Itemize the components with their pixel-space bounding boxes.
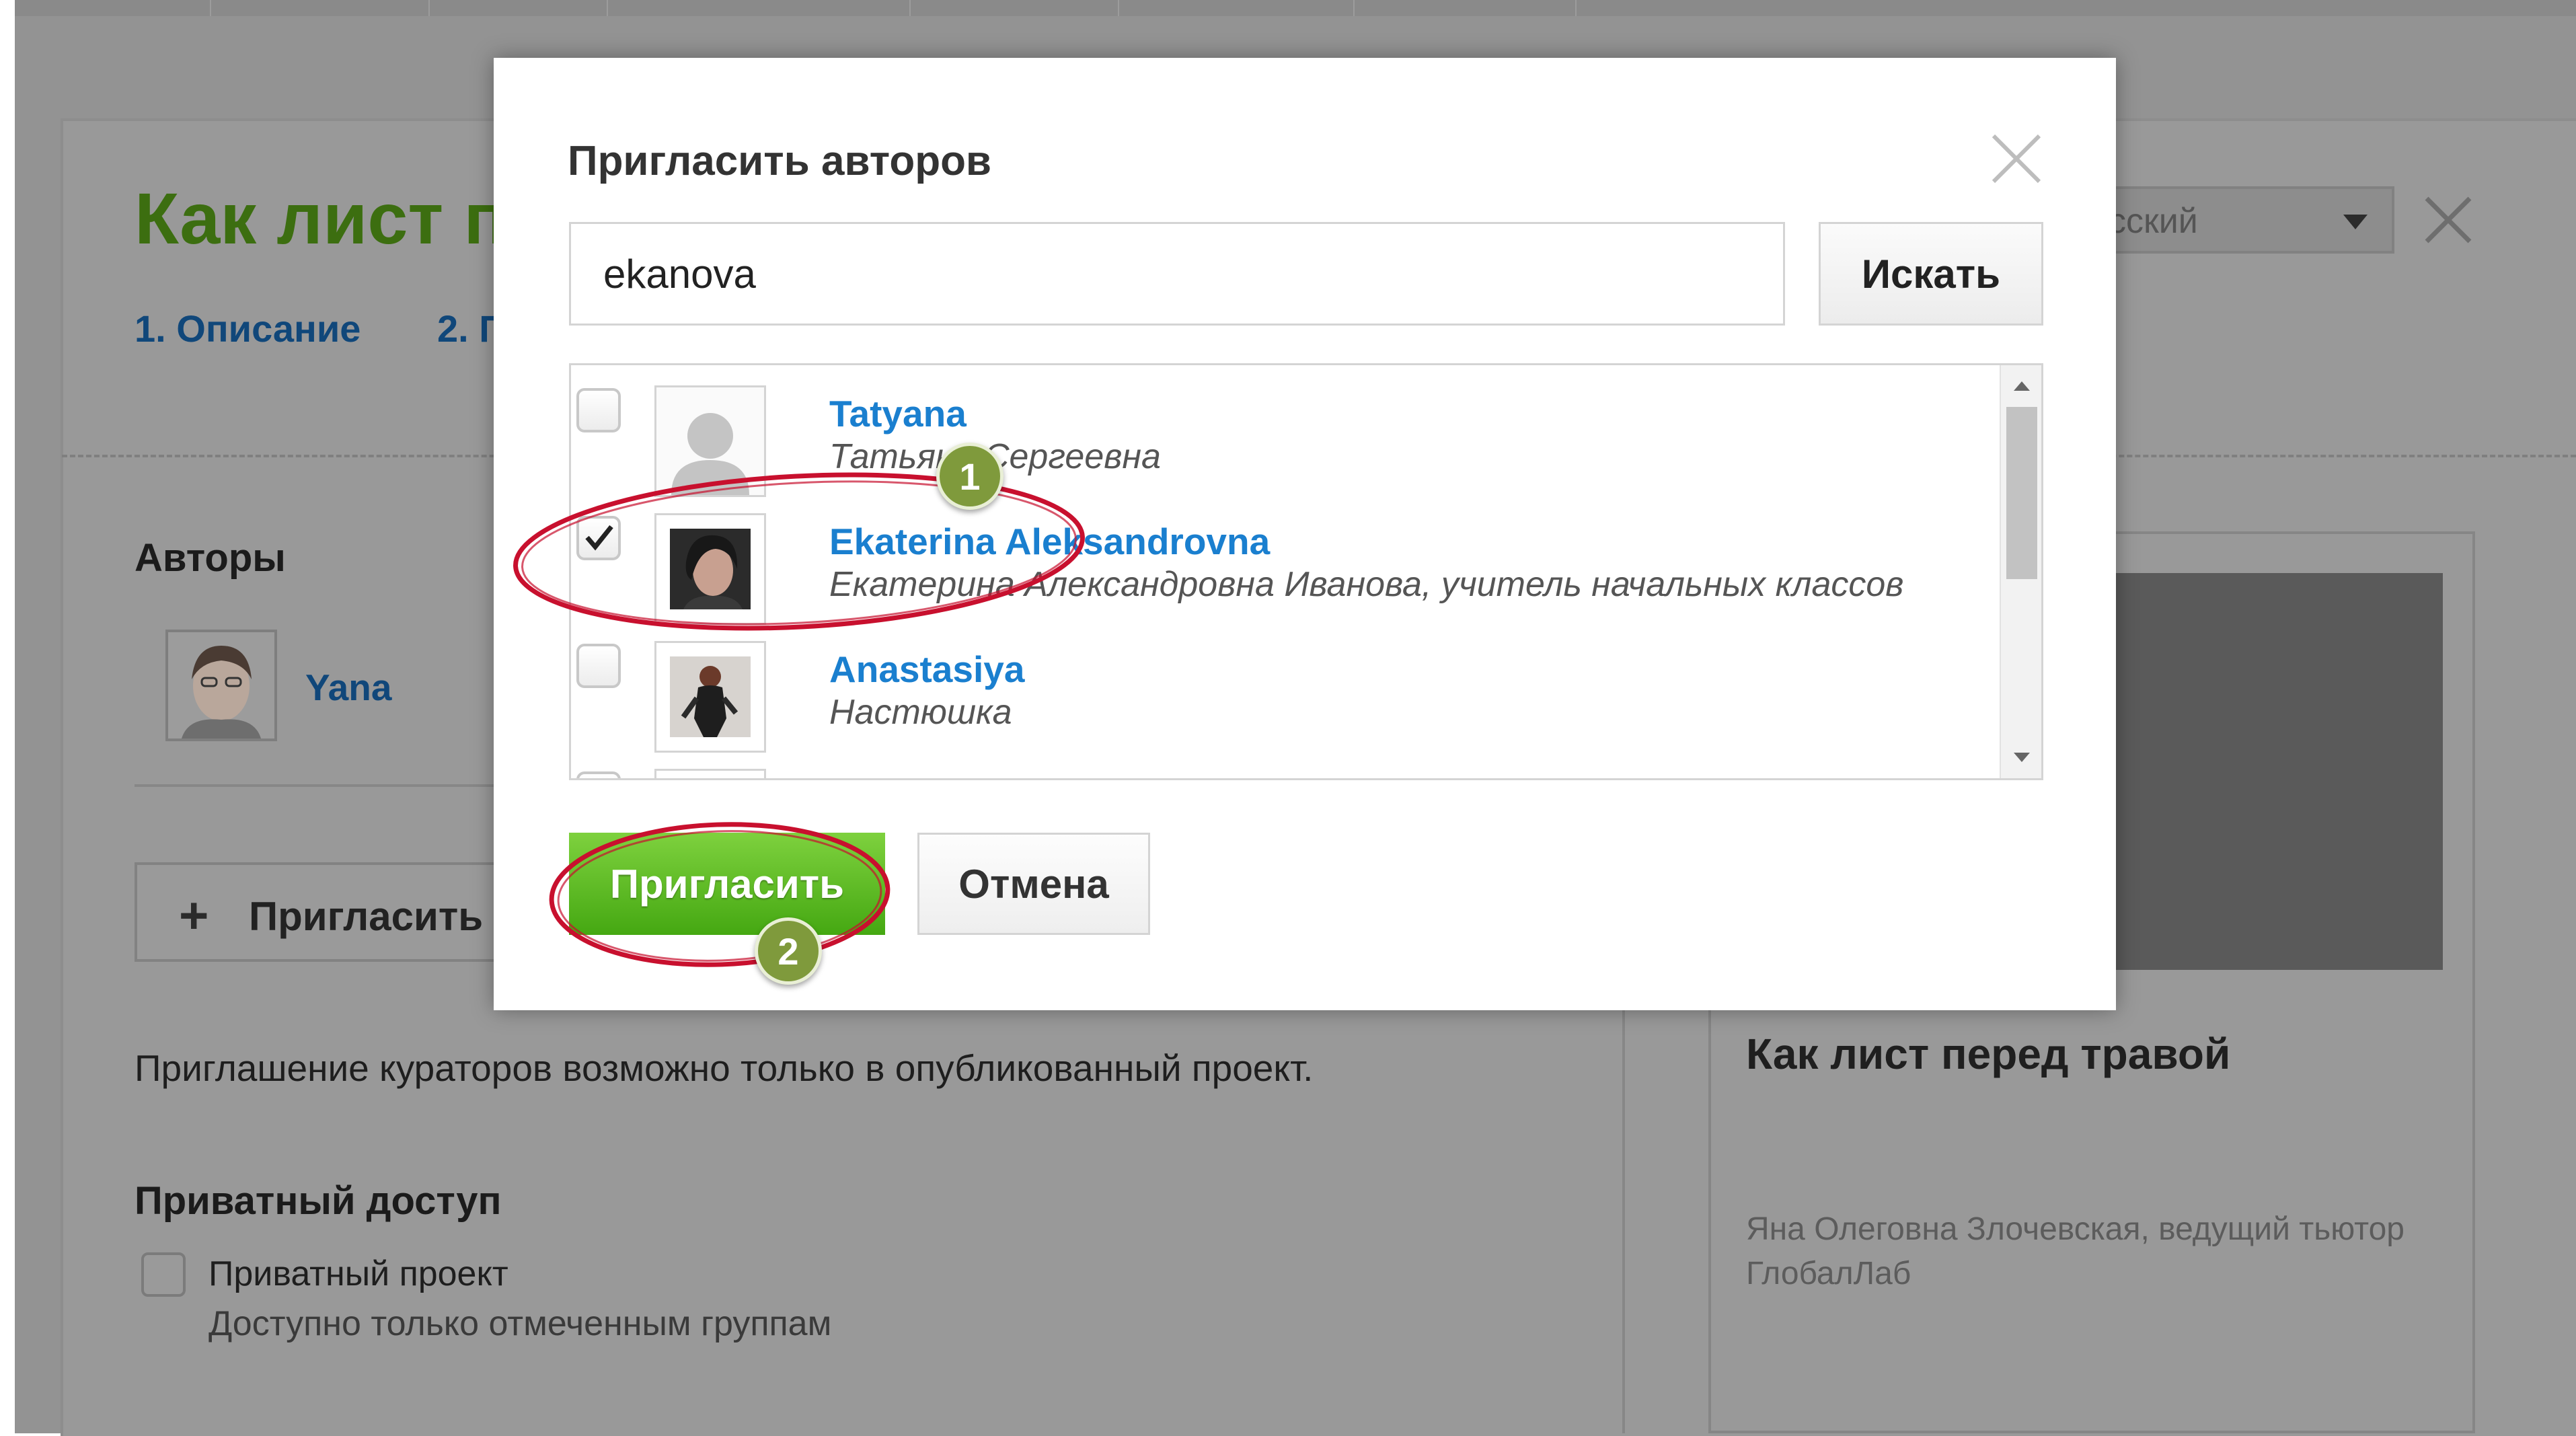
invite-authors-button[interactable]: + Пригласить xyxy=(135,862,511,962)
result-avatar xyxy=(654,513,766,625)
top-nav-bar xyxy=(15,0,2576,16)
result-name-link[interactable]: Anastasiya xyxy=(829,648,1024,691)
curators-notice: Приглашение кураторов возможно только в … xyxy=(135,1047,1314,1089)
result-description: Екатерина Александровна Иванова, учитель… xyxy=(829,565,1904,604)
result-name-link[interactable]: Ekaterina Aleksandrovna xyxy=(829,520,1270,563)
annotation-badge-2: 2 xyxy=(755,917,822,985)
result-checkbox[interactable] xyxy=(576,516,621,560)
author-avatar xyxy=(165,630,277,741)
invite-button[interactable]: Пригласить xyxy=(569,833,885,935)
language-select[interactable]: сский xyxy=(2082,186,2394,254)
language-select-value: сский xyxy=(2109,202,2198,241)
private-access-heading: Приватный доступ xyxy=(135,1179,502,1223)
annotation-badge-1: 1 xyxy=(936,443,1003,510)
scroll-up-icon[interactable] xyxy=(2014,381,2030,391)
default-user-icon xyxy=(654,385,766,497)
cancel-button[interactable]: Отмена xyxy=(917,833,1150,935)
checkmark-icon xyxy=(585,525,613,551)
result-row-partial[interactable] xyxy=(571,749,1997,778)
preview-author-line-2: ГлобалЛаб xyxy=(1746,1256,1911,1291)
results-scrollbar[interactable] xyxy=(2000,365,2041,778)
result-avatar xyxy=(654,769,766,778)
search-results-list[interactable]: Tatyana Татьяна Сергеевна Ekaterina Alek… xyxy=(569,363,2043,780)
invite-authors-label: Пригласить xyxy=(249,894,484,939)
preview-author-line-1: Яна Олеговна Злочевская, ведущий тьютор xyxy=(1746,1211,2404,1247)
result-avatar xyxy=(654,641,766,753)
private-project-hint: Доступно только отмеченным группам xyxy=(209,1304,832,1343)
plus-icon: + xyxy=(179,887,209,944)
dialog-title: Пригласить авторов xyxy=(568,138,992,184)
private-project-label: Приватный проект xyxy=(209,1254,508,1293)
private-project-checkbox[interactable] xyxy=(141,1252,186,1297)
result-description: Настюшка xyxy=(829,693,1012,732)
result-row-anastasiya[interactable]: Anastasiya Настюшка xyxy=(571,621,1997,753)
screenshot: Как лист п 1. Описание 2. П сский Авторы… xyxy=(0,0,2576,1436)
scroll-down-icon[interactable] xyxy=(2014,753,2030,762)
result-name-link[interactable]: Tatyana xyxy=(829,392,967,435)
step-description-link[interactable]: 1. Описание xyxy=(135,307,361,350)
result-row-tatyana[interactable]: Tatyana Татьяна Сергеевна xyxy=(571,365,1997,497)
result-checkbox[interactable] xyxy=(576,771,621,778)
result-checkbox[interactable] xyxy=(576,388,621,432)
invite-authors-dialog: Пригласить авторов Искать Tatyana Татьян… xyxy=(494,58,2116,1010)
authors-heading: Авторы xyxy=(135,536,286,580)
close-icon[interactable] xyxy=(1990,132,2043,186)
preview-title: Как лист перед травой xyxy=(1746,1030,2231,1078)
project-title: Как лист п xyxy=(135,178,508,259)
scrollbar-thumb[interactable] xyxy=(2006,407,2037,579)
result-row-ekaterina[interactable]: Ekaterina Aleksandrovna Екатерина Алекса… xyxy=(571,493,1997,625)
search-button[interactable]: Искать xyxy=(1819,222,2043,326)
author-name-link[interactable]: Yana xyxy=(305,666,391,709)
search-input[interactable] xyxy=(569,222,1785,326)
close-icon[interactable] xyxy=(2421,193,2475,247)
chevron-down-icon xyxy=(2343,215,2367,229)
result-checkbox[interactable] xyxy=(576,644,621,688)
column-divider xyxy=(1622,1010,1625,1433)
